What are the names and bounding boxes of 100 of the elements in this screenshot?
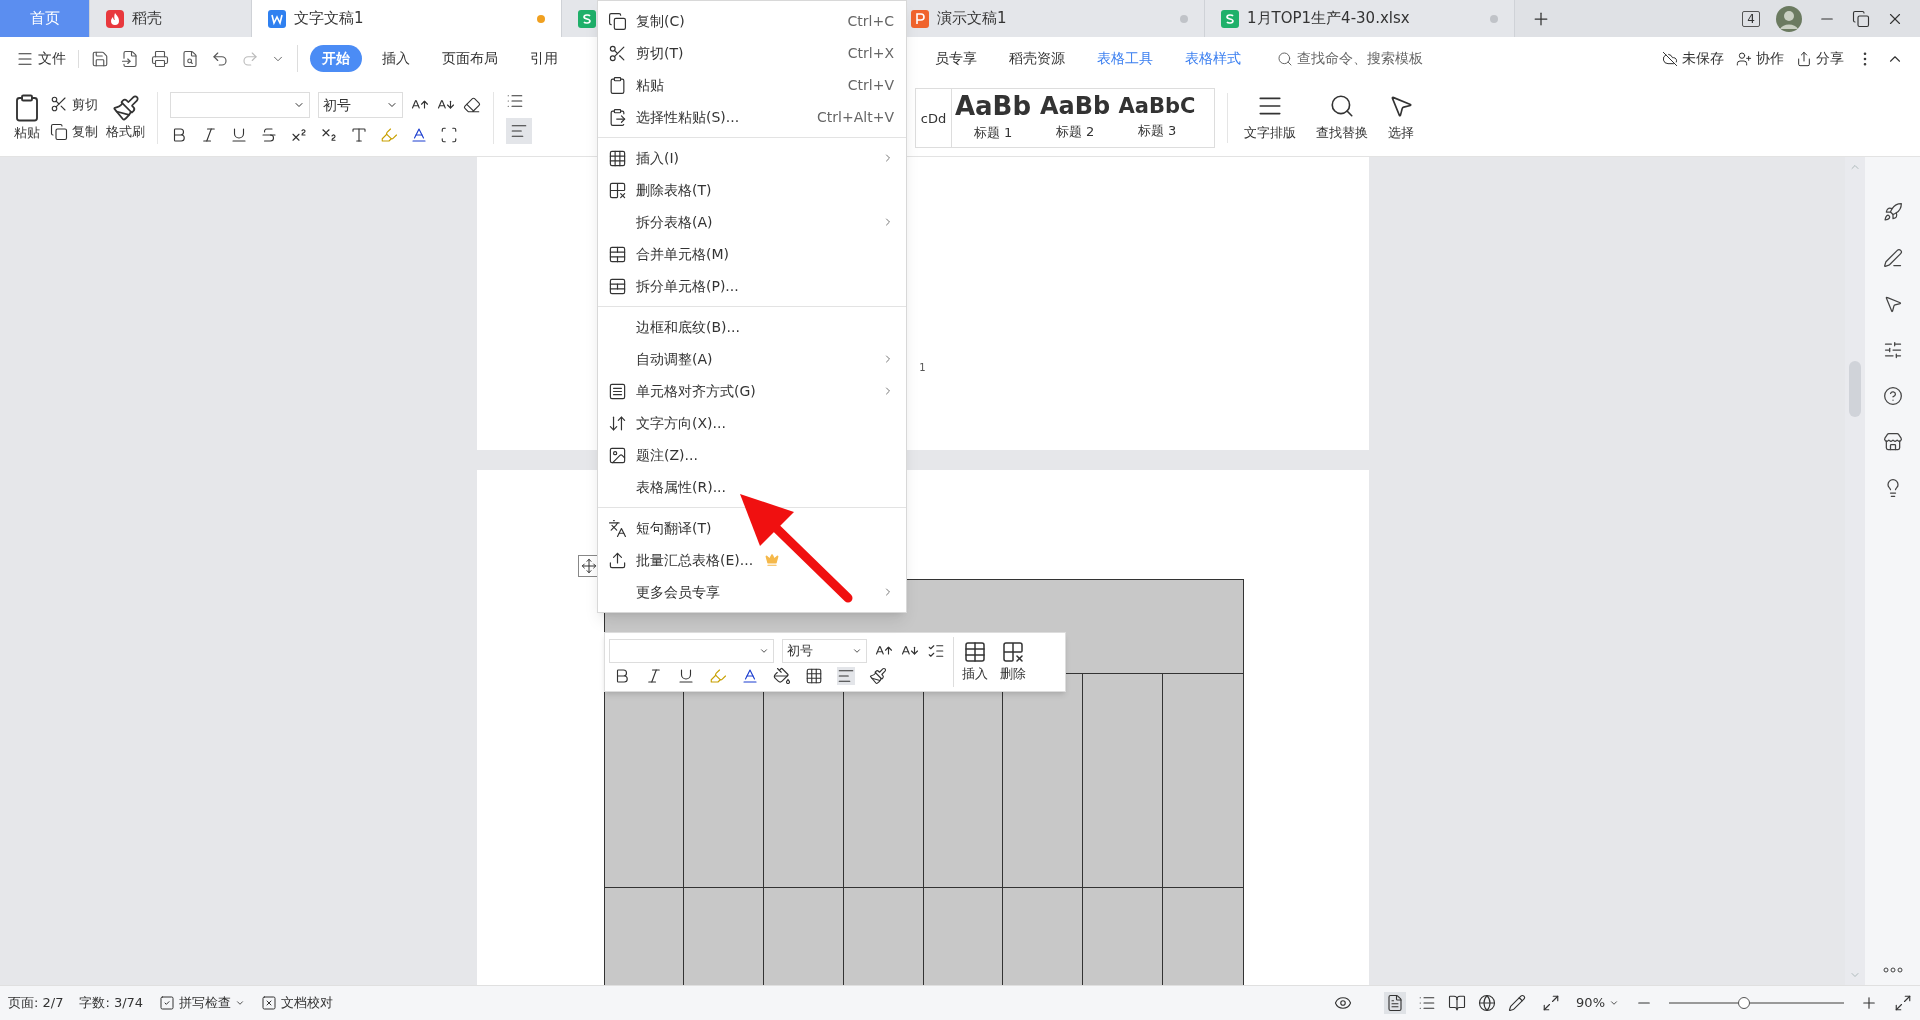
font-name-field[interactable] xyxy=(609,639,774,663)
menu-item[interactable]: 粘贴 Ctrl+V xyxy=(598,69,906,101)
document-tab[interactable]: 文字文稿1 xyxy=(252,0,562,37)
style-preview[interactable]: AaBb 标题 2 xyxy=(1034,89,1116,147)
insert-button[interactable]: 插入 xyxy=(962,640,988,684)
toolbar-button[interactable]: 协作 xyxy=(1736,48,1784,69)
menu-item[interactable]: 自动调整(A) xyxy=(598,343,906,375)
word-count: 字数: 3/74 xyxy=(79,994,144,1013)
menu-item[interactable]: 单元格对齐方式(G) xyxy=(598,375,906,407)
style-preview[interactable]: cDd xyxy=(916,89,952,147)
zoom-slider-thumb[interactable] xyxy=(1738,997,1751,1009)
ribbon-button[interactable]: 文字排版 xyxy=(1244,93,1296,143)
write-view-icon[interactable] xyxy=(1508,994,1527,1012)
ribbon-tab[interactable]: 页面布局 xyxy=(430,45,510,72)
restore-icon[interactable] xyxy=(1852,9,1870,28)
borders-icon[interactable] xyxy=(805,667,823,685)
toolbar-button[interactable]: 分享 xyxy=(1796,48,1844,69)
store-icon[interactable] xyxy=(1882,432,1903,452)
menu-item[interactable]: 边框和底纹(B)... xyxy=(598,311,906,343)
menu-item[interactable]: 批量汇总表格(E)... xyxy=(598,544,906,576)
preview-icon[interactable] xyxy=(181,49,199,68)
ribbon-tab[interactable]: 稻壳资源 xyxy=(997,45,1077,72)
eye-icon[interactable] xyxy=(1334,994,1353,1012)
fit-icon[interactable] xyxy=(1542,994,1561,1012)
strikethrough-icon[interactable] xyxy=(260,126,278,144)
subscript-icon[interactable] xyxy=(320,126,338,144)
image-icon xyxy=(608,445,627,465)
menu-item[interactable]: 题注(Z)... xyxy=(598,439,906,471)
ribbon-tab[interactable]: 表格工具 xyxy=(1085,45,1165,72)
outline-view-icon[interactable] xyxy=(1418,994,1437,1012)
style-preview[interactable]: AaBb 标题 1 xyxy=(952,89,1034,147)
document-tab[interactable]: 稻壳 xyxy=(90,0,252,37)
menu-item[interactable]: 删除表格(T) xyxy=(598,174,906,206)
style-preview[interactable]: AaBbC 标题 3 xyxy=(1116,89,1198,147)
document-tab[interactable]: 1月TOP1生产4-30.xlsx xyxy=(1205,0,1515,37)
spell-check-button[interactable]: 拼写检查 xyxy=(159,993,246,1013)
more-icon[interactable] xyxy=(1882,967,1903,973)
ribbon-tab[interactable]: 引用 xyxy=(518,45,570,72)
paste-button[interactable]: 粘贴 xyxy=(12,93,42,143)
italic-icon[interactable] xyxy=(200,126,218,144)
superscript-icon[interactable] xyxy=(290,126,308,144)
cut-button[interactable]: 剪切 xyxy=(50,94,98,114)
print-icon[interactable] xyxy=(151,49,169,68)
proofread-button[interactable]: 文档校对 xyxy=(261,993,334,1013)
menu-item[interactable]: 短句翻译(T) xyxy=(598,512,906,544)
font-name-field[interactable] xyxy=(170,92,310,118)
reading-view-icon[interactable] xyxy=(1448,994,1467,1012)
underline-icon[interactable] xyxy=(677,667,695,685)
ribbon-button[interactable]: 查找替换 xyxy=(1316,93,1368,143)
fullscreen-icon[interactable] xyxy=(1894,994,1912,1012)
italic-icon[interactable] xyxy=(645,667,663,685)
export-icon[interactable] xyxy=(121,49,139,68)
copy-button[interactable]: 复制 xyxy=(50,122,98,142)
file-menu[interactable]: 文件 xyxy=(16,48,66,69)
align-left-icon[interactable] xyxy=(510,122,528,140)
align-left-icon[interactable] xyxy=(837,667,855,685)
menu-item[interactable]: 插入(I) xyxy=(598,142,906,174)
menu-item[interactable]: 合并单元格(M) xyxy=(598,238,906,270)
font-size-field[interactable]: 初号 xyxy=(318,92,403,118)
menu-item[interactable]: 剪切(T) Ctrl+X xyxy=(598,37,906,69)
ribbon-tab[interactable]: 表格样式 xyxy=(1173,45,1253,72)
move-handle[interactable] xyxy=(578,555,600,577)
help-icon[interactable] xyxy=(1882,386,1903,406)
menu-item[interactable]: 表格属性(R)... xyxy=(598,471,906,503)
font-size-field[interactable]: 初号 xyxy=(782,639,867,663)
zoom-in-icon[interactable] xyxy=(1860,994,1878,1012)
shading-icon[interactable] xyxy=(773,667,791,685)
menu-item[interactable]: 拆分表格(A) xyxy=(598,206,906,238)
rocket-icon[interactable] xyxy=(1882,202,1903,222)
page-view-icon[interactable] xyxy=(1386,994,1405,1012)
search-field[interactable]: 查找命令、搜索模板 xyxy=(1277,48,1467,69)
toolbar-button[interactable]: 未保存 xyxy=(1662,48,1724,69)
window-count[interactable]: 4 xyxy=(1742,10,1760,27)
save-icon[interactable] xyxy=(91,49,109,68)
bullet-list-icon[interactable] xyxy=(506,92,524,110)
text-effect-icon[interactable] xyxy=(350,126,368,144)
web-view-icon[interactable] xyxy=(1478,994,1497,1012)
translate-icon xyxy=(608,518,627,538)
menu-item[interactable]: 更多会员专享 xyxy=(598,576,906,608)
menu-item[interactable]: 文字方向(X)... xyxy=(598,407,906,439)
pen-icon[interactable] xyxy=(1882,248,1903,268)
format-painter-button[interactable]: 格式刷 xyxy=(106,94,145,142)
line-spacing-icon[interactable] xyxy=(927,642,945,660)
eraser-icon[interactable] xyxy=(463,96,481,114)
ribbon-tab[interactable]: 员专享 xyxy=(923,45,989,72)
menu-item[interactable]: 选择性粘贴(S)... Ctrl+Alt+V xyxy=(598,101,906,133)
scrollbar-thumb[interactable] xyxy=(1849,361,1861,417)
character-border-icon[interactable] xyxy=(440,126,458,144)
cut-icon xyxy=(50,95,68,114)
font-color-icon[interactable] xyxy=(741,667,759,685)
delete-button[interactable]: 删除 xyxy=(1000,640,1026,684)
ribbon-tab[interactable]: 插入 xyxy=(370,45,422,72)
zoom-dropdown[interactable]: 90% xyxy=(1576,993,1619,1013)
format-painter-icon[interactable] xyxy=(869,667,887,685)
sliders-icon[interactable] xyxy=(1882,340,1903,360)
ribbon-button[interactable]: 选择 xyxy=(1388,93,1414,143)
font-color-icon[interactable] xyxy=(410,126,428,144)
underline-icon[interactable] xyxy=(230,126,248,144)
menu-item[interactable]: 拆分单元格(P)... xyxy=(598,270,906,302)
undo-icon[interactable] xyxy=(211,49,229,68)
